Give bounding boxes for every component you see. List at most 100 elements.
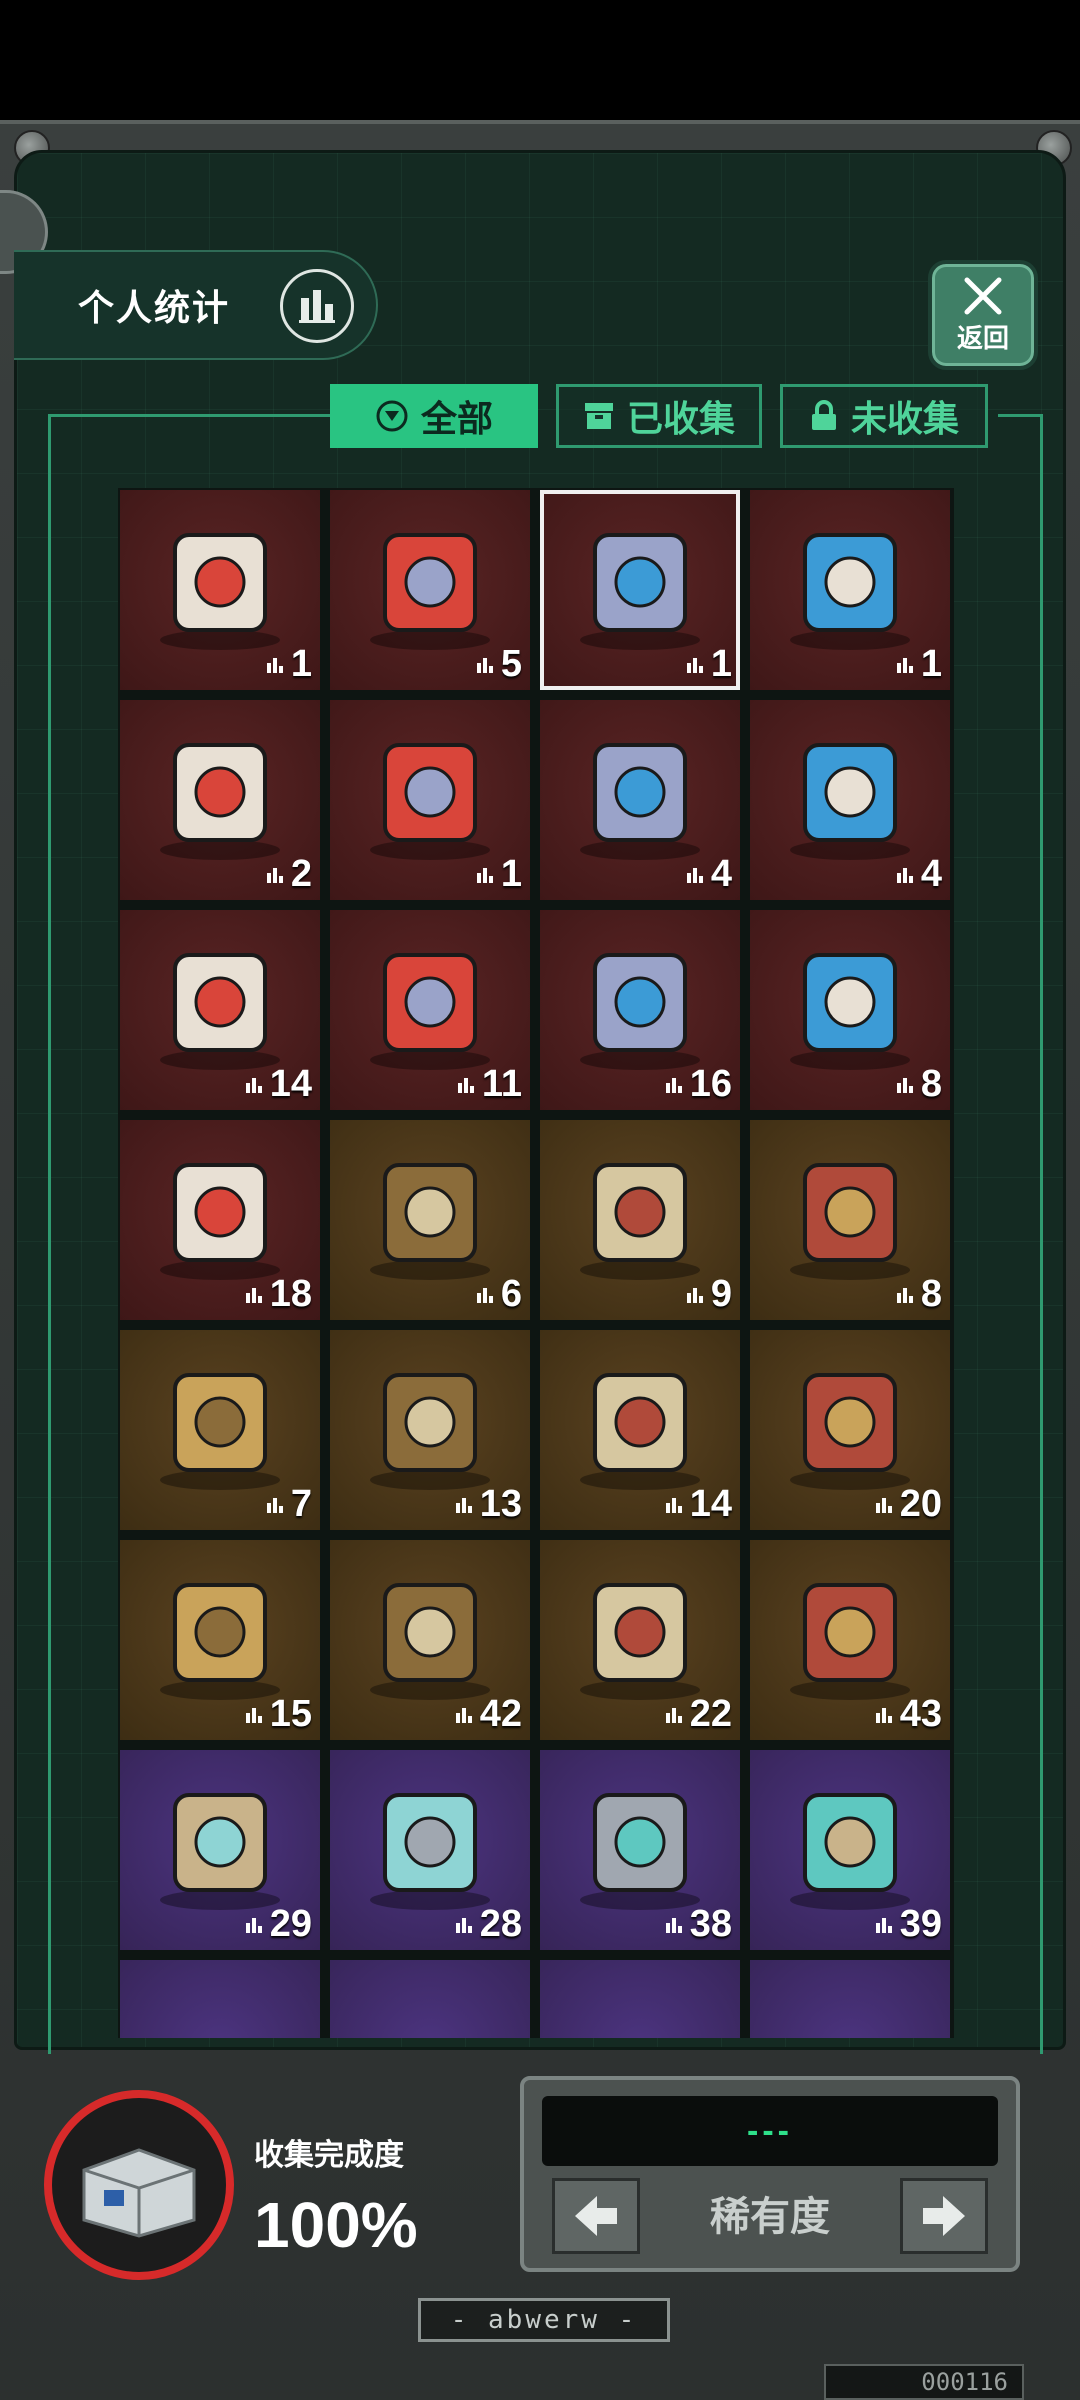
item-count: 14: [664, 1483, 732, 1526]
rarity-label: 稀有度: [710, 2195, 830, 2239]
collection-item[interactable]: 18: [120, 1120, 320, 1320]
collection-item[interactable]: 28: [330, 1750, 530, 1950]
nameplate: - abwerw -: [418, 2298, 670, 2342]
collection-item[interactable]: 1: [750, 490, 950, 690]
collection-item[interactable]: 16: [540, 910, 740, 1110]
bar-chart-icon: [280, 269, 354, 343]
collection-item[interactable]: 4: [750, 700, 950, 900]
item-count: 8: [895, 1063, 942, 1106]
collection-item[interactable]: 1: [540, 490, 740, 690]
collection-item[interactable]: 14: [120, 910, 320, 1110]
collection-item[interactable]: 11: [330, 910, 530, 1110]
item-count: 20: [874, 1483, 942, 1526]
lock-icon: [811, 400, 836, 430]
stats-icon: [476, 1287, 493, 1303]
stats-icon: [896, 1287, 913, 1303]
tab-all[interactable]: 全部: [330, 384, 538, 448]
back-button[interactable]: 返回: [928, 260, 1038, 370]
item-count: 7: [265, 1483, 312, 1526]
item-count-value: 39: [899, 1903, 942, 1945]
item-count-value: 22: [689, 1693, 732, 1735]
item-count-value: 20: [899, 1483, 942, 1525]
collection-item[interactable]: 43: [750, 1540, 950, 1740]
panel-border-top-right: [998, 414, 1042, 417]
collection-item[interactable]: 1: [330, 700, 530, 900]
rarity-next-button[interactable]: [900, 2178, 988, 2254]
item-count-value: 8: [920, 1063, 942, 1105]
item-count: 15: [244, 1693, 312, 1736]
item-count: 1: [895, 643, 942, 686]
box-icon: [584, 403, 613, 429]
tab-uncollected[interactable]: 未收集: [780, 384, 988, 448]
collection-item[interactable]: 13: [330, 1330, 530, 1530]
item-count: 1: [265, 643, 312, 686]
collection-item[interactable]: 4: [540, 700, 740, 900]
stats-icon: [875, 1497, 892, 1513]
stats-icon: [665, 1917, 682, 1933]
stats-icon: [457, 1077, 474, 1093]
collection-item[interactable]: 1: [120, 490, 320, 690]
item-count-value: 14: [689, 1483, 732, 1525]
item-count-value: 38: [689, 1903, 732, 1945]
item-count: 5: [475, 643, 522, 686]
item-count: 18: [244, 1273, 312, 1316]
item-count-value: 8: [920, 1273, 942, 1315]
collection-item[interactable]: 6: [330, 1120, 530, 1320]
progress-title: 收集完成度: [254, 2139, 404, 2172]
item-count-value: 5: [500, 643, 522, 685]
stats-icon: [455, 1707, 472, 1723]
item-count: 22: [664, 1693, 732, 1736]
tab-all-label: 全部: [420, 398, 493, 439]
item-count: 42: [454, 1693, 522, 1736]
collection-item[interactable]: 2: [120, 700, 320, 900]
item-count: 13: [454, 1483, 522, 1526]
collection-box-icon: [44, 2090, 234, 2280]
collection-item[interactable]: 39: [750, 1750, 950, 1950]
collection-item[interactable]: [330, 1960, 530, 2038]
collection-item[interactable]: [120, 1960, 320, 2038]
panel-border-left: [48, 414, 51, 2054]
collection-item[interactable]: 29: [120, 1750, 320, 1950]
collection-grid[interactable]: 1 5 1 1 2 1 4 4 14 11 16 8 18 6 9 8 7 13 14 20 15 42 22 43 29 28 3…: [118, 488, 954, 2038]
collection-item[interactable]: 20: [750, 1330, 950, 1530]
collection-item[interactable]: 5: [330, 490, 530, 690]
stats-icon: [476, 867, 493, 883]
collection-item[interactable]: 8: [750, 1120, 950, 1320]
item-count: 28: [454, 1903, 522, 1946]
item-count-value: 18: [269, 1273, 312, 1315]
stats-icon: [476, 657, 493, 673]
item-count: 1: [475, 853, 522, 896]
item-count-value: 9: [710, 1273, 732, 1315]
collection-item[interactable]: 15: [120, 1540, 320, 1740]
collection-item[interactable]: 22: [540, 1540, 740, 1740]
collection-item[interactable]: 42: [330, 1540, 530, 1740]
panel-border-right: [1040, 414, 1043, 2054]
stats-icon: [875, 1707, 892, 1723]
collection-item[interactable]: [540, 1960, 740, 2038]
collection-item[interactable]: 7: [120, 1330, 320, 1530]
tab-collected[interactable]: 已收集: [556, 384, 762, 448]
collection-item[interactable]: [750, 1960, 950, 2038]
rarity-sort-selector: --- 稀有度: [520, 2076, 1020, 2272]
collection-item[interactable]: 9: [540, 1120, 740, 1320]
collection-item[interactable]: 14: [540, 1330, 740, 1530]
tab-collected-label: 已收集: [626, 398, 735, 439]
panel-border-top-left: [48, 414, 330, 417]
stats-icon: [686, 1287, 703, 1303]
item-count-value: 6: [500, 1273, 522, 1315]
rarity-display: ---: [542, 2096, 998, 2166]
filter-icon: [376, 400, 408, 432]
collection-item[interactable]: 38: [540, 1750, 740, 1950]
stats-icon: [245, 1077, 262, 1093]
item-count-value: 29: [269, 1903, 312, 1945]
item-count-value: 1: [920, 643, 942, 685]
rarity-prev-button[interactable]: [552, 2178, 640, 2254]
item-count-value: 2: [290, 853, 312, 895]
item-count-value: 1: [500, 853, 522, 895]
item-count: 9: [685, 1273, 732, 1316]
stats-icon: [266, 1497, 283, 1513]
progress-value: 100%: [254, 2189, 418, 2261]
collection-item[interactable]: 8: [750, 910, 950, 1110]
personal-stats-button[interactable]: 个人统计: [14, 250, 378, 360]
stats-icon: [896, 867, 913, 883]
